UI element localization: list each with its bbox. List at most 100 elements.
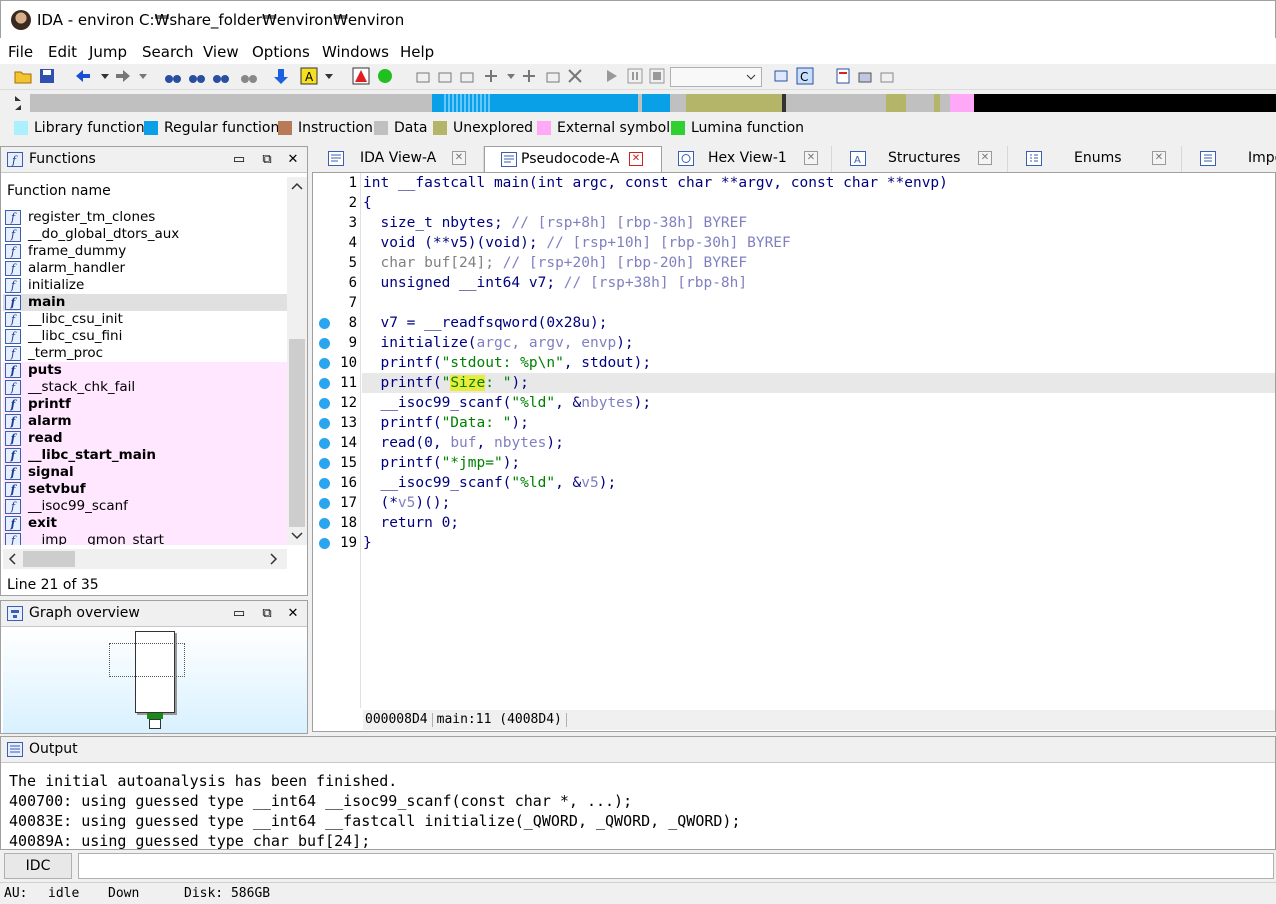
plugin-icon[interactable] bbox=[856, 67, 874, 85]
menu-search[interactable]: Search bbox=[142, 43, 194, 61]
make-data-icon[interactable] bbox=[436, 67, 454, 85]
green-circle-icon[interactable] bbox=[376, 67, 394, 85]
close-icon[interactable]: ✕ bbox=[629, 152, 643, 166]
undefine-icon[interactable] bbox=[520, 67, 538, 85]
list-item[interactable]: f puts bbox=[3, 362, 287, 379]
binoculars-icon[interactable] bbox=[188, 67, 206, 85]
breakpoint-dot-icon[interactable] bbox=[319, 458, 330, 469]
code-line[interactable]: return 0; bbox=[363, 515, 459, 531]
tab-hex-view-1[interactable]: Hex View-1 ✕ bbox=[662, 146, 832, 172]
close-icon[interactable] bbox=[566, 67, 584, 85]
list-item[interactable]: f _term_proc bbox=[3, 345, 287, 362]
chevron-down-icon[interactable] bbox=[291, 531, 303, 541]
menu-options[interactable]: Options bbox=[252, 43, 310, 61]
chevron-left-icon[interactable] bbox=[7, 553, 17, 565]
minimize-icon[interactable]: ▭ bbox=[231, 152, 247, 167]
open-icon[interactable] bbox=[14, 67, 32, 85]
list-item[interactable]: f register_tm_clones bbox=[3, 209, 287, 226]
list-item[interactable]: f alarm_handler bbox=[3, 260, 287, 277]
close-icon[interactable]: ✕ bbox=[1152, 151, 1166, 165]
plus-icon[interactable] bbox=[482, 67, 500, 85]
tab-structures[interactable]: A Structures ✕ bbox=[832, 146, 1008, 172]
menu-view[interactable]: View bbox=[203, 43, 239, 61]
list-item[interactable]: f read bbox=[3, 430, 287, 447]
edit-icon[interactable] bbox=[544, 67, 562, 85]
list-item[interactable]: f __imp___gmon_start__ bbox=[3, 532, 287, 545]
code-line[interactable]: int __fastcall main(int argc, const char… bbox=[363, 175, 948, 191]
breakpoint-dot-icon[interactable] bbox=[319, 538, 330, 549]
float-icon[interactable]: ⧉ bbox=[259, 152, 275, 167]
close-icon[interactable]: ✕ bbox=[804, 151, 818, 165]
code-line[interactable]: } bbox=[363, 535, 372, 551]
list-item[interactable]: f printf bbox=[3, 396, 287, 413]
trace-icon[interactable] bbox=[772, 67, 790, 85]
list-item[interactable]: f frame_dummy bbox=[3, 243, 287, 260]
warning-icon[interactable] bbox=[352, 67, 370, 85]
list-item[interactable]: f __libc_csu_init bbox=[3, 311, 287, 328]
graph-overview-canvas[interactable] bbox=[3, 629, 307, 733]
pseudocode-editor[interactable]: 1 2 3 4 5 6 7 8 9 10 11 12 13 14 15 16 1… bbox=[312, 172, 1276, 732]
code-line[interactable]: printf("Data: "); bbox=[363, 415, 528, 431]
debugger-select[interactable] bbox=[670, 67, 762, 87]
code-line[interactable]: read(0, buf, nbytes); bbox=[363, 435, 563, 451]
chevron-up-icon[interactable] bbox=[291, 181, 303, 191]
play-icon[interactable] bbox=[602, 67, 620, 85]
binoculars-icon[interactable] bbox=[212, 67, 230, 85]
close-icon[interactable]: ✕ bbox=[978, 151, 992, 165]
float-icon[interactable]: ⧉ bbox=[259, 606, 275, 621]
list-item[interactable]: f initialize bbox=[3, 277, 287, 294]
breakpoint-dot-icon[interactable] bbox=[319, 418, 330, 429]
save-icon[interactable] bbox=[38, 67, 56, 85]
chevron-down-icon[interactable] bbox=[134, 67, 152, 85]
arrow-down-icon[interactable] bbox=[272, 67, 290, 85]
nav-arrows-icon[interactable] bbox=[12, 94, 24, 112]
list-item[interactable]: f __do_global_dtors_aux bbox=[3, 226, 287, 243]
stop-icon[interactable] bbox=[648, 67, 666, 85]
make-string-icon[interactable] bbox=[458, 67, 476, 85]
list-item[interactable]: f __isoc99_scanf bbox=[3, 498, 287, 515]
plugin-off-icon[interactable] bbox=[878, 67, 896, 85]
bookmark-icon[interactable] bbox=[834, 67, 852, 85]
list-item[interactable]: f __libc_csu_fini bbox=[3, 328, 287, 345]
breakpoint-dot-icon[interactable] bbox=[319, 518, 330, 529]
list-item[interactable]: f exit bbox=[3, 515, 287, 532]
breakpoint-dot-icon[interactable] bbox=[319, 398, 330, 409]
chevron-down-icon[interactable] bbox=[502, 67, 520, 85]
code-line[interactable]: __isoc99_scanf("%ld", &nbytes); bbox=[363, 395, 651, 411]
code-line[interactable]: printf("*jmp="); bbox=[363, 455, 520, 471]
menu-help[interactable]: Help bbox=[400, 43, 434, 61]
decompile-icon[interactable]: C bbox=[796, 67, 814, 85]
graph-viewport[interactable] bbox=[109, 643, 185, 677]
code-line[interactable]: initialize(argc, argv, envp); bbox=[363, 335, 633, 351]
menu-file[interactable]: File bbox=[8, 43, 33, 61]
close-icon[interactable]: ✕ bbox=[285, 606, 301, 621]
code-line[interactable]: void (**v5)(void); // [rsp+10h] [rbp-30h… bbox=[363, 235, 790, 251]
list-item[interactable]: f __libc_start_main bbox=[3, 447, 287, 464]
menu-jump[interactable]: Jump bbox=[89, 43, 127, 61]
breakpoint-dot-icon[interactable] bbox=[319, 438, 330, 449]
code-line[interactable]: char buf[24]; // [rsp+20h] [rbp-20h] BYR… bbox=[363, 255, 747, 271]
code-line[interactable]: printf("Size: "); bbox=[363, 375, 529, 391]
tab-enums[interactable]: Enums ✕ bbox=[1008, 146, 1182, 172]
chevron-down-icon[interactable] bbox=[320, 67, 338, 85]
make-code-icon[interactable] bbox=[414, 67, 432, 85]
code-line[interactable]: __isoc99_scanf("%ld", &v5); bbox=[363, 475, 616, 491]
binoculars-icon[interactable] bbox=[240, 67, 258, 85]
back-icon[interactable] bbox=[74, 67, 92, 85]
breakpoint-dot-icon[interactable] bbox=[319, 478, 330, 489]
idc-language-button[interactable]: IDC bbox=[4, 853, 72, 879]
command-input[interactable] bbox=[78, 853, 1274, 879]
breakpoint-dot-icon[interactable] bbox=[319, 378, 330, 389]
text-color-icon[interactable]: A bbox=[300, 67, 318, 85]
tab-pseudocode-a[interactable]: Pseudocode-A ✕ bbox=[484, 146, 662, 172]
scrollbar-thumb[interactable] bbox=[23, 551, 75, 567]
breakpoint-dot-icon[interactable] bbox=[319, 338, 330, 349]
function-name-column-header[interactable]: Function name bbox=[3, 175, 289, 207]
close-icon[interactable]: ✕ bbox=[285, 152, 301, 167]
close-icon[interactable]: ✕ bbox=[452, 151, 466, 165]
tab-imports[interactable]: Impo bbox=[1182, 146, 1276, 172]
code-line[interactable]: unsigned __int64 v7; // [rsp+38h] [rbp-8… bbox=[363, 275, 747, 291]
chevron-down-icon[interactable] bbox=[96, 67, 114, 85]
menu-windows[interactable]: Windows bbox=[322, 43, 389, 61]
navigation-strip[interactable] bbox=[30, 94, 1276, 112]
